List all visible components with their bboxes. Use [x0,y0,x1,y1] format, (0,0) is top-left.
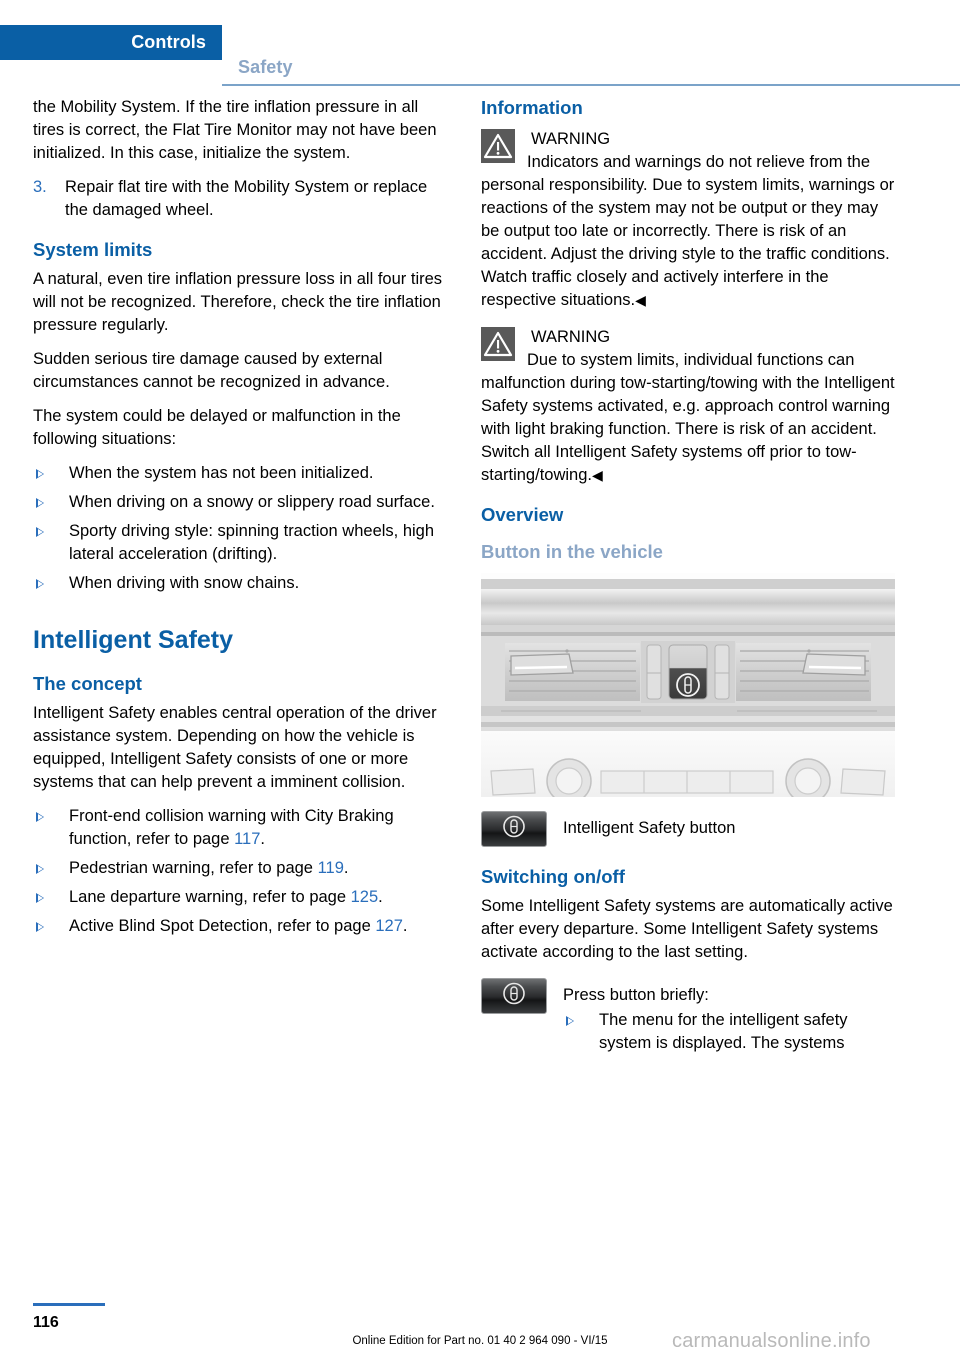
heading-the-concept: The concept [33,673,142,694]
press-button-bullets: The menu for the intelligent safety syst… [563,1009,895,1055]
list-item-text: Sporty driving style: spinning traction … [69,522,435,563]
intelligent-safety-button-icon [481,978,547,1014]
list-item-text-after: . [260,830,266,848]
system-limits-paragraph-2: Sudden serious tire damage caused by ext… [33,350,390,391]
list-item-text: Pedestrian warning, refer to page [69,859,318,877]
system-limits-paragraph-1: A natural, even tire inflation pressure … [33,270,443,334]
list-item-text: The menu for the intelligent safety syst… [599,1011,848,1052]
list-item-text: Active Blind Spot Detection, refer to pa… [69,917,376,935]
left-column: the Mobility System. If the tire inflati… [33,96,447,938]
page-reference-link[interactable]: 127 [375,917,403,935]
intelligent-safety-bullets: Front-end collision warning with City Br… [33,805,447,938]
page-reference-link[interactable]: 117 [234,830,260,848]
list-item: When driving with snow chains. [33,572,447,595]
warning-endmark: ◀ [635,292,646,308]
numbered-list: 3. Repair flat tire with the Mobility Sy… [33,176,447,222]
tab-safety-label[interactable]: Safety [238,57,293,78]
triangle-bullet-icon [36,864,44,874]
switching-paragraph: Some Intelligent Safety systems are auto… [481,897,893,961]
warning-text: Indicators and warnings do not relieve f… [481,153,895,309]
list-item: Lane departure warning, refer to page 12… [33,886,447,909]
warning-endmark: ◀ [591,467,603,483]
press-button-row: Press button briefly: The menu for the i… [481,978,895,1055]
warning-block: WARNING Indicators and warnings do not r… [481,126,895,312]
footer-divider [33,1303,105,1306]
page-reference-link[interactable]: 119 [318,859,344,877]
list-item: Pedestrian warning, refer to page 119. [33,857,447,880]
warning-text: Due to system limits, individual functio… [481,351,895,484]
watermark: carmanualsonline.info [672,1330,871,1352]
system-limits-bullets: When the system has not been initialized… [33,462,447,595]
triangle-bullet-icon [36,527,44,537]
warning-triangle-icon [481,327,515,361]
page-reference-link[interactable]: 125 [351,888,379,906]
triangle-bullet-icon [36,469,44,479]
heading-overview: Overview [481,504,564,525]
triangle-bullet-icon [36,498,44,508]
press-button-label: Press button briefly: [563,986,709,1004]
concept-paragraph: Intelligent Safety enables central opera… [33,704,437,791]
heading-intelligent-safety: Intelligent Safety [33,626,234,654]
triangle-bullet-icon [566,1016,574,1026]
system-limits-paragraph-3: The system could be delayed or malfuncti… [33,407,401,448]
button-caption-row: Intelligent Safety button [481,811,895,849]
list-item: When the system has not been initialized… [33,462,447,485]
triangle-bullet-icon [36,893,44,903]
warning-text-wrapper: Due to system limits, individual functio… [481,349,895,487]
list-number: 3. [33,178,47,196]
button-caption-label: Intelligent Safety button [563,819,736,837]
list-item-text: When the system has not been initialized… [69,464,374,482]
warning-triangle-icon [481,129,515,163]
list-item-text: Lane departure warning, refer to page [69,888,351,906]
warning-text-wrapper: Indicators and warnings do not relieve f… [481,151,895,312]
intelligent-safety-button-icon [481,811,547,847]
heading-information: Information [481,97,583,118]
list-item: The menu for the intelligent safety syst… [563,1009,895,1055]
heading-switching-on-off: Switching on/off [481,866,625,887]
vehicle-symbol-icon [501,981,527,1012]
continued-paragraph: the Mobility System. If the tire inflati… [33,98,437,162]
list-item-text-after: . [402,917,408,935]
right-column: Information WARNING Indicators and warni… [481,96,895,1063]
list-item: 3. Repair flat tire with the Mobility Sy… [33,176,447,222]
page-header: Controls Safety [0,25,960,86]
heading-button-in-the-vehicle: Button in the vehicle [481,541,663,562]
triangle-bullet-icon [36,579,44,589]
warning-title: WARNING [531,328,611,346]
tab-controls-label: Controls [131,32,206,52]
list-item-text: Front-end collision warning with City Br… [69,807,394,848]
vehicle-symbol-icon [501,814,527,845]
page-number: 116 [33,1314,59,1331]
triangle-bullet-icon [36,922,44,932]
list-item-text-after: . [378,888,383,906]
list-item: Active Blind Spot Detection, refer to pa… [33,915,447,938]
list-item: Front-end collision warning with City Br… [33,805,447,851]
warning-block: WARNING Due to system limits, individual… [481,324,895,487]
list-item-text: When driving with snow chains. [69,574,300,592]
header-divider [222,84,960,86]
warning-title: WARNING [531,130,611,148]
list-item-text-after: . [343,859,349,877]
list-item: When driving on a snowy or slippery road… [33,491,447,514]
triangle-bullet-icon [36,812,44,822]
tab-controls[interactable]: Controls [0,25,222,60]
list-item-text: Repair flat tire with the Mobility Syste… [65,178,428,219]
list-item-text: When driving on a snowy or slippery road… [69,493,435,511]
console-illustration [481,573,895,797]
list-item: Sporty driving style: spinning traction … [33,520,447,566]
heading-system-limits: System limits [33,239,153,260]
